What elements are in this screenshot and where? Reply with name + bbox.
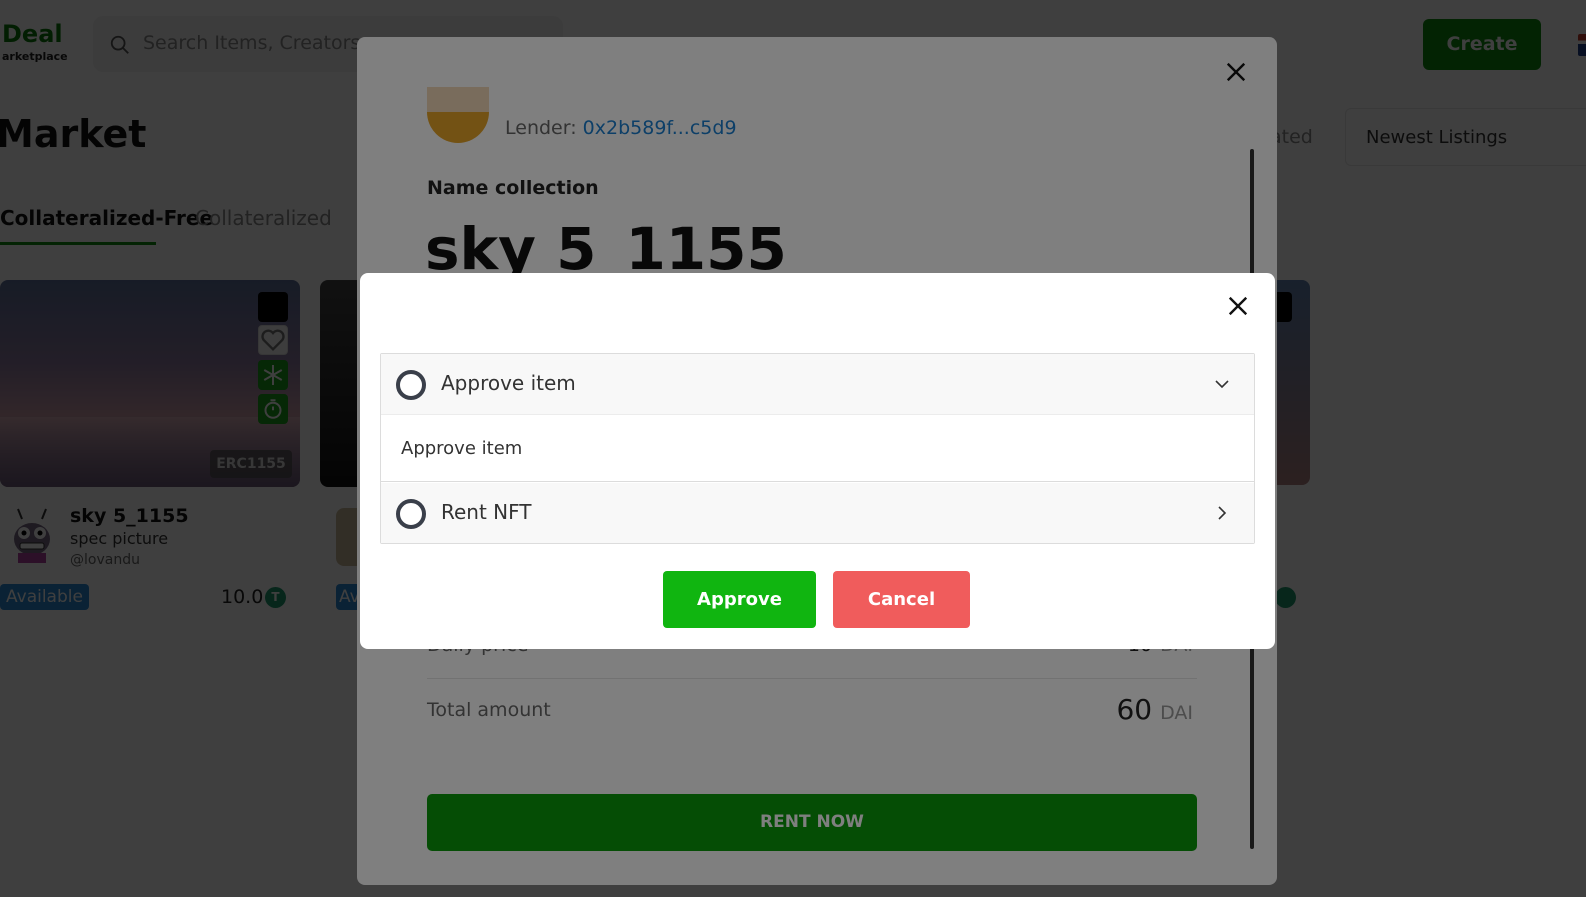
step-rent-nft[interactable]: Rent NFT (381, 483, 1254, 543)
approve-button[interactable]: Approve (663, 571, 816, 628)
step-approve-item[interactable]: Approve item (381, 354, 1254, 414)
chevron-down-icon (1215, 380, 1229, 389)
step-status-circle-icon (396, 499, 426, 529)
steps-accordion: Approve item Approve item Rent NFT (380, 353, 1255, 544)
step-title: Approve item (441, 371, 576, 395)
step-status-circle-icon (396, 370, 426, 400)
step-body-text: Approve item (401, 438, 523, 459)
chevron-right-icon (1218, 506, 1227, 520)
cancel-button[interactable]: Cancel (833, 571, 970, 628)
close-icon[interactable] (1227, 295, 1249, 317)
step-title: Rent NFT (441, 500, 532, 524)
approve-modal: Approve item Approve item Rent NFT Appro… (360, 273, 1275, 649)
step-body: Approve item (381, 414, 1254, 482)
